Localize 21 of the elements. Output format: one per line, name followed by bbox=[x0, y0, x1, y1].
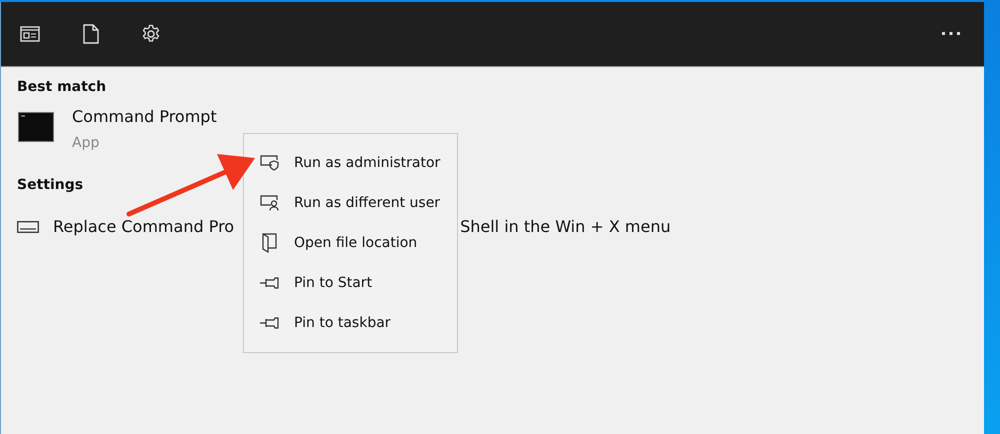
apps-filter-icon[interactable] bbox=[20, 26, 40, 42]
setting-result[interactable]: Shell in the Win + X menu bbox=[460, 217, 671, 236]
shield-icon bbox=[259, 155, 281, 171]
menu-item[interactable]: Open file location bbox=[294, 235, 418, 251]
menu-item[interactable]: Pin to Start bbox=[294, 275, 372, 291]
document-icon[interactable] bbox=[83, 24, 99, 44]
user-icon bbox=[259, 195, 281, 211]
menu-item[interactable]: Pin to taskbar bbox=[294, 315, 391, 331]
pin-icon bbox=[259, 277, 281, 289]
app-type: App bbox=[72, 135, 100, 151]
section-heading: Best match bbox=[17, 78, 108, 97]
pin-icon bbox=[259, 317, 281, 329]
section-heading: Settings bbox=[17, 176, 84, 195]
terminal-icon bbox=[18, 112, 54, 142]
menu-item[interactable]: Run as different user bbox=[294, 195, 440, 211]
menu-item[interactable]: Run as administrator bbox=[294, 155, 440, 171]
app-title[interactable]: Command Prompt bbox=[72, 106, 217, 128]
settings-icon[interactable] bbox=[141, 24, 161, 44]
more-icon[interactable] bbox=[942, 32, 960, 36]
keyboard-icon bbox=[17, 220, 39, 232]
setting-result[interactable]: Replace Command Pro bbox=[53, 217, 234, 236]
